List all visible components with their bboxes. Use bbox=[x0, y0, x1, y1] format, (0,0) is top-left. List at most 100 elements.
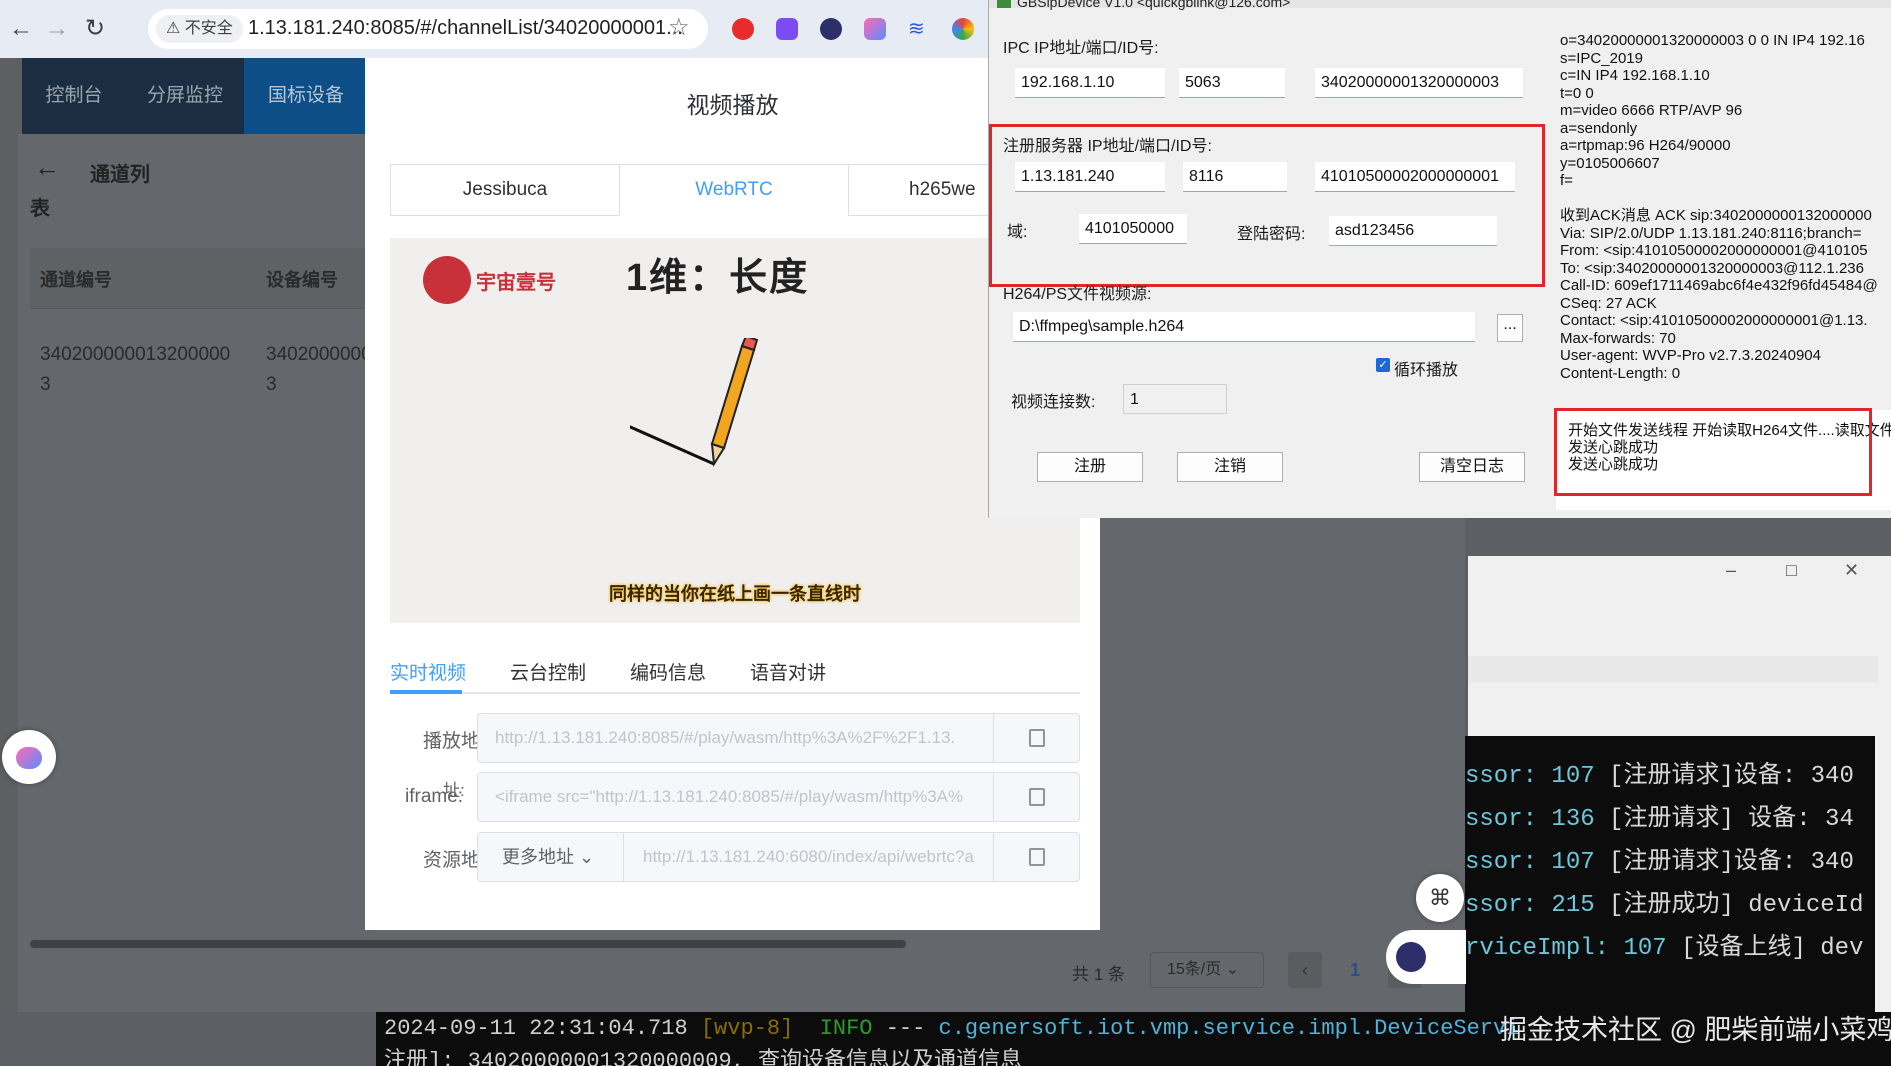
password-input[interactable]: asd123456 bbox=[1329, 216, 1497, 246]
command-float-icon[interactable]: ⌘ bbox=[1416, 874, 1464, 922]
copy-icon bbox=[1029, 848, 1045, 866]
prev-page-button[interactable]: ‹ bbox=[1288, 952, 1322, 988]
console-line: ssor: 107 [注册请求]设备: 340 bbox=[1465, 849, 1854, 876]
register-id-input[interactable]: 41010500002000000001 bbox=[1315, 162, 1515, 192]
cell-channel-id-line1: 340200000013200000 bbox=[40, 344, 231, 365]
cell-channel-id-line2: 3 bbox=[40, 374, 51, 395]
brain-extension-icon[interactable] bbox=[864, 18, 886, 40]
subtab-live[interactable]: 实时视频 bbox=[390, 658, 466, 685]
page-number[interactable]: 1 bbox=[1338, 952, 1372, 988]
video-subtitle: 同样的当你在纸上画一条直线时 bbox=[609, 584, 861, 604]
close-icon[interactable]: ✕ bbox=[1844, 560, 1859, 581]
nav-console[interactable]: 控制台 bbox=[22, 58, 126, 134]
subtab-active-indicator bbox=[390, 690, 462, 694]
console-lineno: 107 bbox=[1551, 849, 1595, 876]
bot-float-button[interactable] bbox=[1386, 930, 1466, 984]
back-arrow-icon[interactable]: ← bbox=[34, 152, 60, 183]
iframe-value: <iframe src="http://1.13.181.240:8085/#/… bbox=[495, 787, 964, 806]
log-line: 注册]: 34020000001320000009, 查询设备信息以及通道信息 bbox=[384, 1049, 1023, 1066]
register-port-input[interactable]: 8116 bbox=[1183, 162, 1287, 192]
nav-edge bbox=[0, 58, 22, 134]
horizontal-scrollbar[interactable] bbox=[30, 940, 906, 948]
nav-split-monitor[interactable]: 分屏监控 bbox=[126, 58, 244, 134]
console-toolbar bbox=[1468, 656, 1878, 682]
tab-jessibuca[interactable]: Jessibuca bbox=[390, 164, 620, 216]
bot-extension-icon[interactable] bbox=[820, 18, 842, 40]
domain-input[interactable]: 4101050000 bbox=[1079, 214, 1187, 244]
console-scrollbar[interactable] bbox=[1875, 736, 1891, 1012]
ipc-id-input[interactable]: 34020000001320000003 bbox=[1315, 68, 1523, 98]
cell-device-id-line2: 3 bbox=[266, 374, 277, 395]
minimize-icon[interactable]: – bbox=[1726, 560, 1736, 581]
chrome-extension-icon[interactable] bbox=[952, 18, 974, 40]
bookmark-star-icon[interactable]: ☆ bbox=[668, 13, 690, 42]
address-bar[interactable]: ⚠ 不安全 1.13.181.240:8085/#/channelList/34… bbox=[148, 9, 708, 49]
console-source: ssor bbox=[1465, 763, 1523, 790]
video-player[interactable]: 宇宙壹号 1维：长度 同样的当你在纸上画一条直线时 bbox=[390, 238, 1080, 623]
browse-file-button[interactable]: ... bbox=[1497, 314, 1523, 342]
page-size-value: 15条/页 bbox=[1167, 961, 1222, 978]
subtab-ptz[interactable]: 云台控制 bbox=[510, 658, 586, 685]
register-server-label: 注册服务器 IP地址/端口/ID号: bbox=[1003, 138, 1212, 155]
column-header-channel: 通道编号 bbox=[40, 270, 112, 290]
play-url-label: 播放地 bbox=[423, 731, 481, 752]
record-extension-icon[interactable] bbox=[732, 18, 754, 40]
insecure-badge[interactable]: ⚠ 不安全 bbox=[156, 15, 243, 43]
subtab-talk[interactable]: 语音对讲 bbox=[750, 658, 826, 685]
top-nav: 控制台 分屏监控 国标设备 bbox=[22, 58, 368, 134]
extension-icon[interactable] bbox=[776, 18, 798, 40]
log-line: 2024-09-11 22:31:04.718 [wvp-8] INFO ---… bbox=[384, 1016, 1519, 1041]
connections-input[interactable]: 1 bbox=[1123, 384, 1227, 414]
more-urls-select[interactable]: 更多地址 ⌄ bbox=[478, 833, 624, 881]
page-size-select[interactable]: 15条/页 ⌄ bbox=[1150, 952, 1264, 988]
sip-message-log[interactable]: o=34020000001320000003 0 0 IN IP4 192.16… bbox=[1560, 32, 1891, 382]
domain-label: 域: bbox=[1007, 224, 1028, 241]
nav-gb-devices[interactable]: 国标设备 bbox=[244, 58, 368, 134]
console-source: ssor bbox=[1465, 892, 1523, 919]
wave-extension-icon[interactable]: ≋ bbox=[908, 18, 930, 40]
console-source: ssor bbox=[1465, 806, 1523, 833]
ipc-port-input[interactable]: 5063 bbox=[1179, 68, 1285, 98]
status-log-highlight bbox=[1554, 408, 1872, 496]
loop-play-checkbox[interactable]: ✓ bbox=[1376, 358, 1390, 372]
console-window-titlebar: – □ ✕ bbox=[1468, 556, 1891, 736]
ipc-ip-input[interactable]: 192.168.1.10 bbox=[1015, 68, 1165, 98]
connections-label: 视频连接数: bbox=[1011, 394, 1096, 411]
register-button[interactable]: 注册 bbox=[1037, 452, 1143, 482]
file-path-input[interactable]: D:\ffmpeg\sample.h264 bbox=[1013, 312, 1475, 342]
pagination-total: 共 1 条 bbox=[1072, 965, 1125, 984]
tab-webrtc[interactable]: WebRTC bbox=[619, 164, 849, 216]
console-line: ssor: 215 [注册成功] deviceId bbox=[1465, 892, 1864, 919]
more-urls-label: 更多地址 bbox=[502, 847, 574, 867]
loop-play-label: 循环播放 bbox=[1394, 362, 1459, 379]
cell-device-id: 3402000000 3 bbox=[266, 340, 372, 400]
watermark: 掘金技术社区 @ 肥柴前端小菜鸡 bbox=[1500, 1015, 1891, 1045]
copy-iframe-button[interactable] bbox=[993, 773, 1079, 821]
console-message: [设备上线] dev bbox=[1681, 935, 1864, 962]
url-text[interactable]: 1.13.181.240:8085/#/channelList/34020000… bbox=[248, 17, 683, 40]
video-title: 1维：长度 bbox=[626, 257, 810, 299]
console-lineno: 215 bbox=[1551, 892, 1595, 919]
copy-play-url-button[interactable] bbox=[993, 714, 1079, 762]
console-lineno: 107 bbox=[1623, 935, 1667, 962]
copy-icon bbox=[1029, 788, 1045, 806]
cell-device-id-line1: 3402000000 bbox=[266, 344, 372, 365]
iframe-label-extra: 址: bbox=[443, 781, 465, 800]
forward-icon[interactable]: → bbox=[40, 12, 74, 46]
subtab-divider bbox=[390, 692, 1080, 694]
log-class: c.genersoft.iot.vmp.service.impl.DeviceS… bbox=[938, 1016, 1520, 1041]
reload-icon[interactable]: ↻ bbox=[78, 12, 112, 46]
console-output[interactable]: ssor: 107 [注册请求]设备: 340 ssor: 136 [注册请求]… bbox=[1465, 736, 1875, 1012]
console-lineno: 107 bbox=[1551, 763, 1595, 790]
brain-float-icon[interactable] bbox=[2, 730, 56, 784]
subtab-codec[interactable]: 编码信息 bbox=[630, 658, 706, 685]
maximize-icon[interactable]: □ bbox=[1786, 560, 1797, 581]
page-title-wrap: 表 bbox=[30, 198, 50, 220]
unregister-button[interactable]: 注销 bbox=[1177, 452, 1283, 482]
app-icon bbox=[997, 0, 1011, 8]
copy-resource-url-button[interactable] bbox=[993, 833, 1079, 881]
ipc-label: IPC IP地址/端口/ID号: bbox=[1003, 40, 1159, 57]
register-ip-input[interactable]: 1.13.181.240 bbox=[1015, 162, 1165, 192]
back-icon[interactable]: ← bbox=[4, 12, 38, 46]
clear-log-button[interactable]: 清空日志 bbox=[1419, 452, 1525, 482]
